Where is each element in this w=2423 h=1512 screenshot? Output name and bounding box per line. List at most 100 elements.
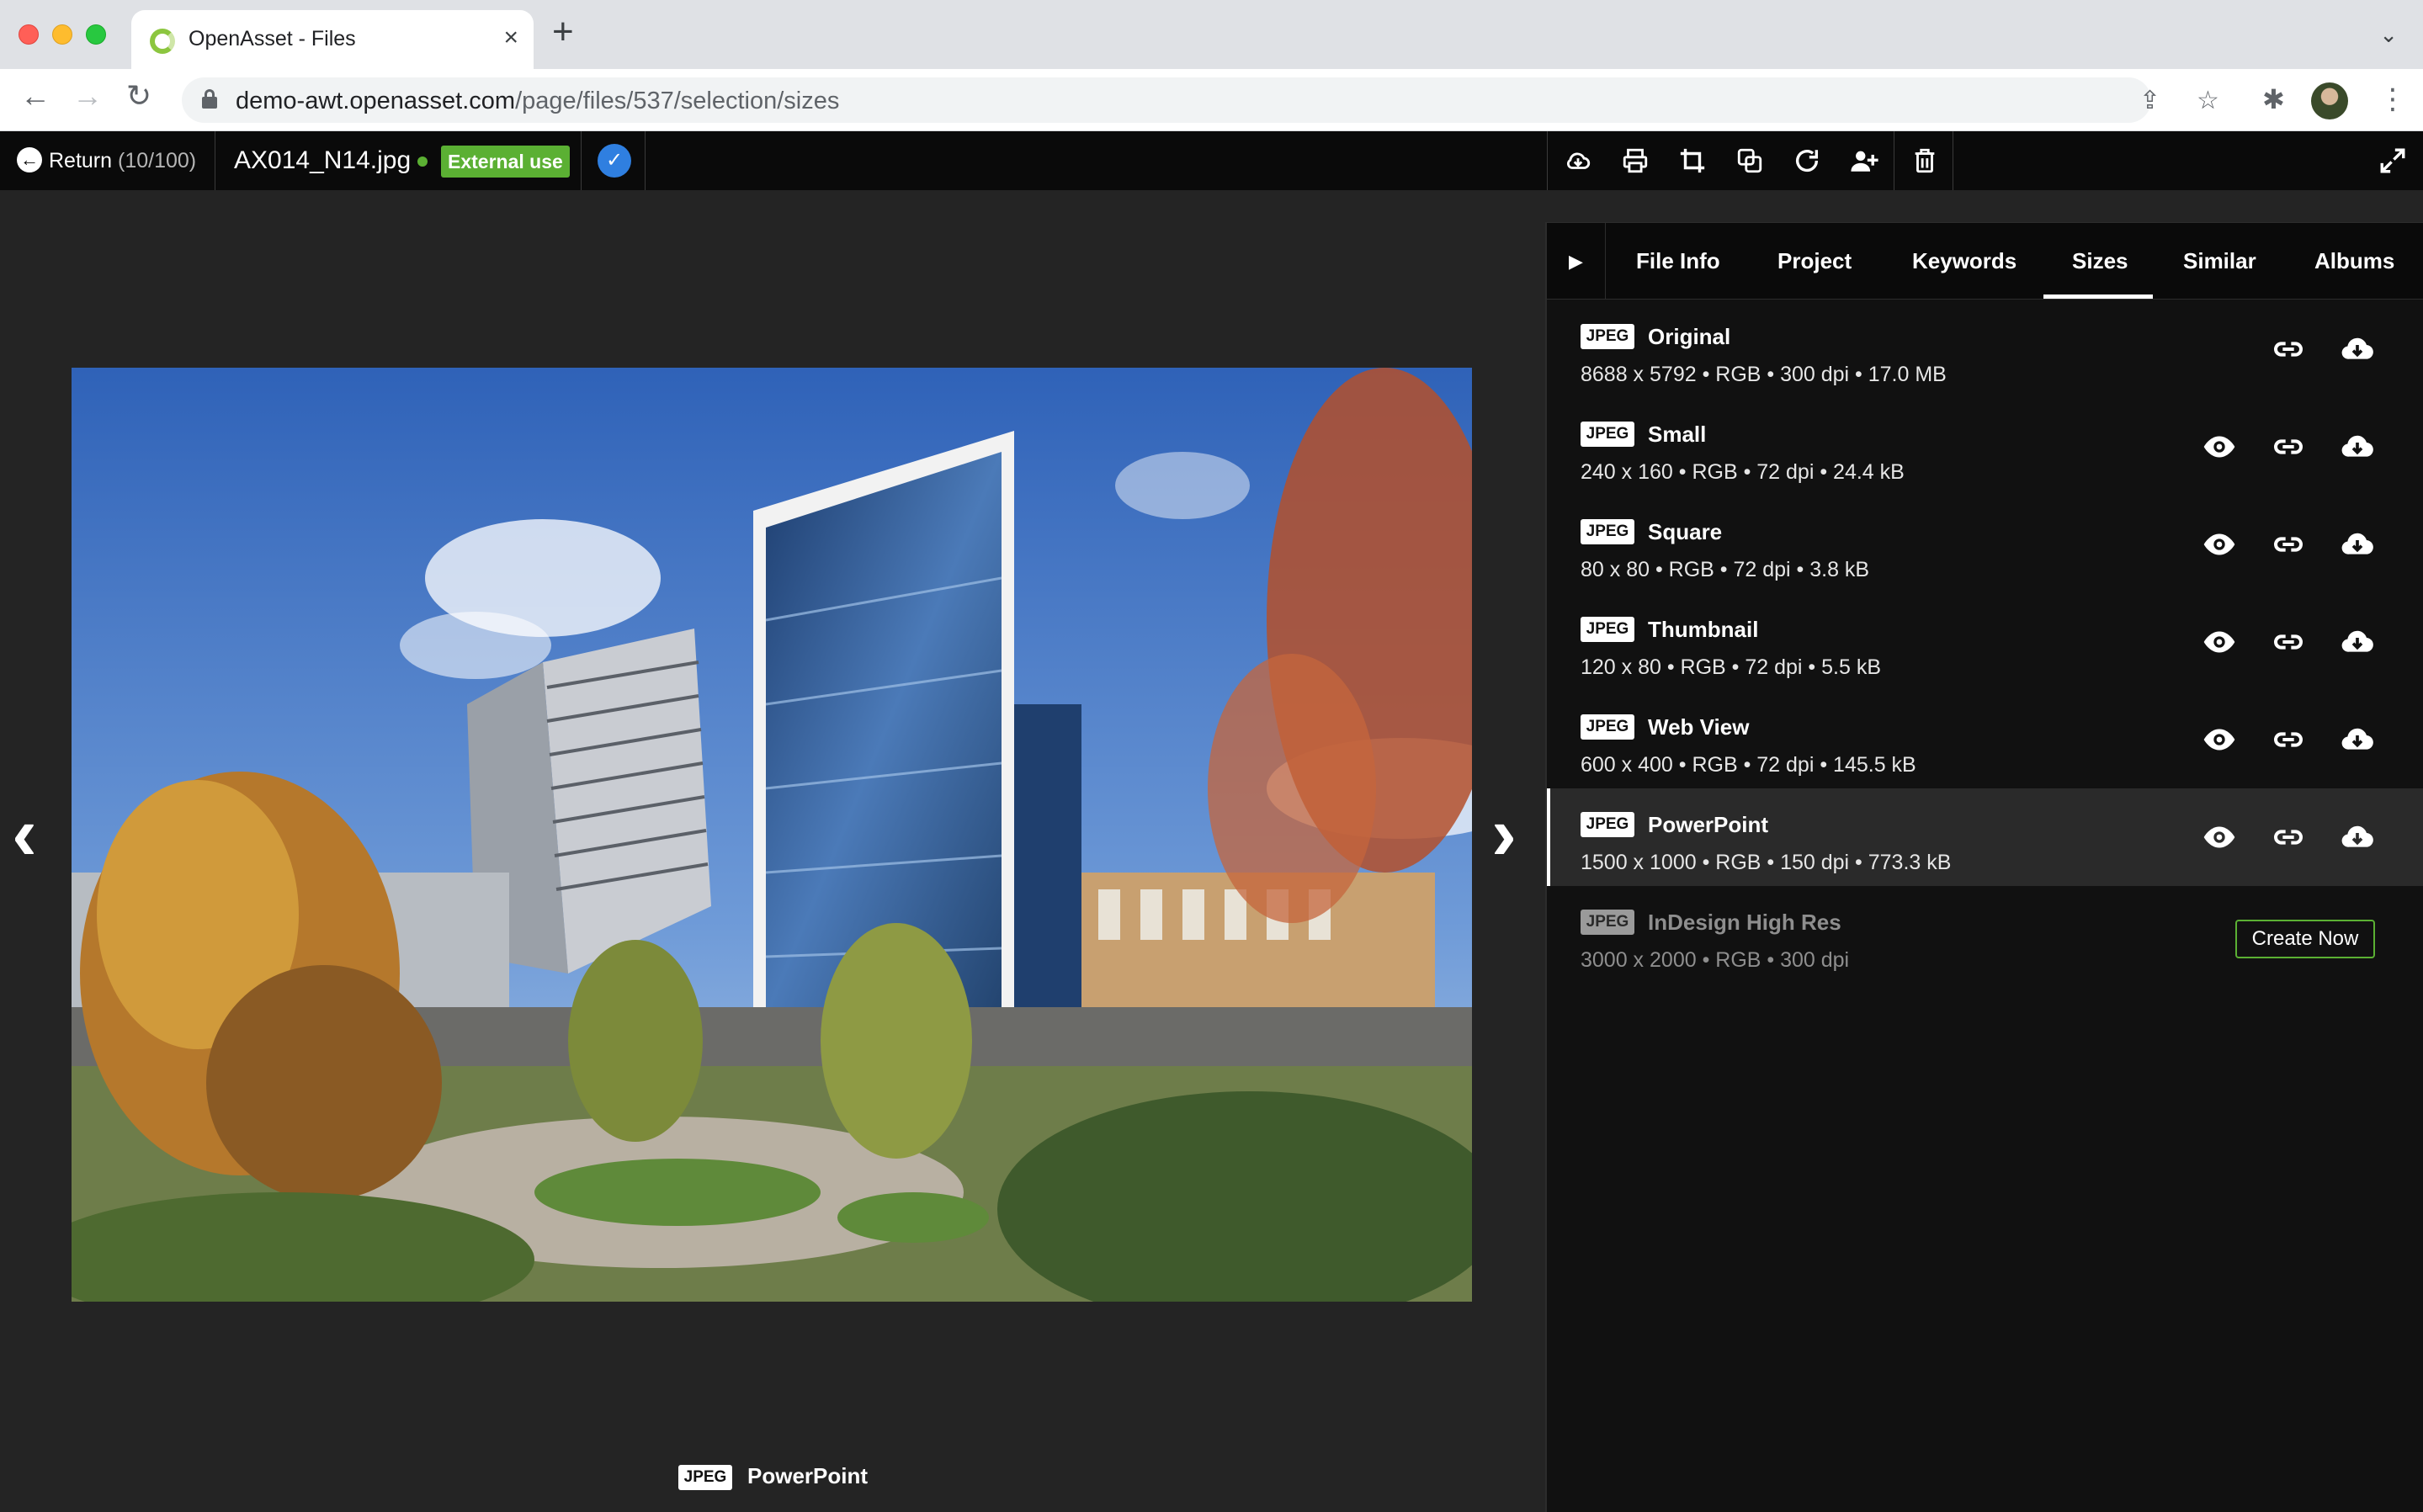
format-chip: JPEG: [1581, 910, 1634, 935]
format-chip: JPEG: [678, 1465, 732, 1490]
share-icon[interactable]: ⇪: [2139, 86, 2160, 115]
copy-link-icon[interactable]: [2269, 625, 2308, 659]
size-row-square[interactable]: JPEG Square 80 x 80 • RGB • 72 dpi • 3.8…: [1547, 496, 2423, 593]
url-text[interactable]: demo-awt.openasset.com/page/files/537/se…: [236, 88, 839, 115]
tab-title: OpenAsset - Files: [189, 27, 356, 50]
copy-link-icon[interactable]: [2269, 430, 2308, 464]
tab-sizes[interactable]: Sizes: [2072, 248, 2128, 274]
format-chip: JPEG: [1581, 617, 1634, 642]
close-window-button[interactable]: [19, 24, 39, 45]
active-tab-indicator: [2043, 294, 2153, 299]
return-label: Return: [49, 149, 113, 172]
size-row-powerpoint[interactable]: JPEG PowerPoint 1500 x 1000 • RGB • 150 …: [1547, 788, 2423, 886]
add-user-icon[interactable]: [1835, 131, 1892, 190]
size-name: PowerPoint: [1648, 812, 1769, 837]
size-row-original[interactable]: JPEG Original 8688 x 5792 • RGB • 300 dp…: [1547, 300, 2423, 398]
bookmark-star-icon[interactable]: ☆: [2197, 86, 2219, 115]
download-icon[interactable]: [2338, 820, 2377, 854]
address-bar[interactable]: demo-awt.openasset.com/page/files/537/se…: [182, 77, 2219, 123]
rotate-icon[interactable]: [1777, 131, 1835, 190]
back-arrow-circle-icon: ←: [17, 147, 42, 172]
size-meta: 120 x 80 • RGB • 72 dpi • 5.5 kB: [1581, 655, 1882, 679]
preview-eye-icon[interactable]: [2200, 430, 2239, 464]
extensions-puzzle-icon[interactable]: ✱: [2262, 86, 2285, 113]
size-row-web-view[interactable]: JPEG Web View 600 x 400 • RGB • 72 dpi •…: [1547, 691, 2423, 788]
size-row-small[interactable]: JPEG Small 240 x 160 • RGB • 72 dpi • 24…: [1547, 398, 2423, 496]
size-meta: 1500 x 1000 • RGB • 150 dpi • 773.3 kB: [1581, 851, 1952, 874]
size-meta: 600 x 400 • RGB • 72 dpi • 145.5 kB: [1581, 753, 1916, 777]
panel-tabs: ▶ File Info Project Keywords Sizes Simil…: [1547, 222, 2423, 300]
format-chip: JPEG: [1581, 422, 1634, 447]
size-name: Square: [1648, 519, 1723, 544]
size-meta: 8688 x 5792 • RGB • 300 dpi • 17.0 MB: [1581, 363, 1947, 386]
download-icon[interactable]: [2338, 723, 2377, 756]
maximize-window-button[interactable]: [86, 24, 106, 45]
size-meta: 3000 x 2000 • RGB • 300 dpi: [1581, 948, 1850, 972]
copy-link-icon[interactable]: [2269, 723, 2308, 756]
lock-icon[interactable]: [202, 89, 217, 109]
size-name: InDesign High Res: [1648, 910, 1841, 935]
download-icon[interactable]: [2338, 625, 2377, 659]
size-meta: 240 x 160 • RGB • 72 dpi • 24.4 kB: [1581, 460, 1905, 484]
tab-strip: OpenAsset - Files × + ⌄: [0, 0, 2423, 69]
browser-chrome: OpenAsset - Files × + ⌄ ← → ↻ demo-awt.o…: [0, 0, 2423, 131]
caption-size-name: PowerPoint: [747, 1463, 869, 1488]
tab-file-info[interactable]: File Info: [1636, 248, 1720, 274]
next-image-arrow-icon[interactable]: ›: [1491, 796, 1517, 872]
file-name: AX014_N14.jpg: [234, 146, 412, 174]
tab-close-icon[interactable]: ×: [503, 24, 518, 52]
browser-tab-openasset[interactable]: OpenAsset - Files ×: [131, 10, 534, 69]
back-arrow-icon[interactable]: ←: [20, 81, 50, 111]
minimize-window-button[interactable]: [52, 24, 72, 45]
status-dot: [417, 157, 428, 167]
openasset-favicon-icon: [150, 29, 175, 54]
preview-eye-icon[interactable]: [2200, 820, 2239, 854]
print-icon[interactable]: [1606, 131, 1663, 190]
tab-search-chevron-icon[interactable]: ⌄: [2379, 22, 2398, 48]
app-top-bar: ← Return (10/100) AX014_N14.jpg External…: [0, 131, 2423, 190]
copy-sync-icon[interactable]: [1720, 131, 1777, 190]
preview-image: [72, 368, 1472, 1302]
size-row-indesign-high-res: JPEG InDesign High Res 3000 x 2000 • RGB…: [1547, 886, 2423, 984]
forward-arrow-icon[interactable]: →: [72, 81, 103, 111]
preview-eye-icon[interactable]: [2200, 625, 2239, 659]
cloud-download-icon[interactable]: [1549, 131, 1606, 190]
size-row-thumbnail[interactable]: JPEG Thumbnail 120 x 80 • RGB • 72 dpi •…: [1547, 593, 2423, 691]
fullscreen-expand-icon[interactable]: [2363, 131, 2420, 190]
divider: [1547, 131, 1548, 190]
tab-albums[interactable]: Albums: [2314, 248, 2394, 274]
collapse-panel-icon[interactable]: ▶: [1547, 223, 1606, 300]
trash-icon[interactable]: [1895, 131, 1953, 190]
download-icon[interactable]: [2338, 332, 2377, 366]
divider: [581, 131, 582, 190]
new-tab-button[interactable]: +: [552, 13, 574, 50]
size-name: Web View: [1648, 714, 1750, 740]
format-chip: JPEG: [1581, 324, 1634, 349]
browser-toolbar: ← → ↻ demo-awt.openasset.com/page/files/…: [0, 69, 2423, 131]
reload-icon[interactable]: ↻: [126, 81, 151, 111]
details-panel: ▶ File Info Project Keywords Sizes Simil…: [1545, 222, 2423, 1512]
preview-eye-icon[interactable]: [2200, 723, 2239, 756]
size-name: Thumbnail: [1648, 617, 1759, 642]
copy-link-icon[interactable]: [2269, 528, 2308, 561]
browser-menu-icon[interactable]: ⋮: [2378, 82, 2407, 116]
download-icon[interactable]: [2338, 528, 2377, 561]
copy-link-icon[interactable]: [2269, 332, 2308, 366]
tab-similar[interactable]: Similar: [2183, 248, 2256, 274]
select-checkmark-icon[interactable]: ✓: [598, 144, 631, 178]
tab-project[interactable]: Project: [1777, 248, 1852, 274]
size-meta: 80 x 80 • RGB • 72 dpi • 3.8 kB: [1581, 558, 1870, 581]
divider: [645, 131, 646, 190]
profile-avatar[interactable]: [2311, 82, 2348, 119]
copy-link-icon[interactable]: [2269, 820, 2308, 854]
create-now-button[interactable]: Create Now: [2235, 920, 2375, 958]
size-name: Original: [1648, 324, 1731, 349]
usage-badge: External use: [441, 146, 570, 178]
previous-image-arrow-icon[interactable]: ‹: [12, 796, 37, 872]
crop-icon[interactable]: [1663, 131, 1720, 190]
download-icon[interactable]: [2338, 430, 2377, 464]
tab-keywords[interactable]: Keywords: [1912, 248, 2017, 274]
format-chip: JPEG: [1581, 714, 1634, 740]
return-button[interactable]: ← Return (10/100): [0, 131, 215, 190]
preview-eye-icon[interactable]: [2200, 528, 2239, 561]
